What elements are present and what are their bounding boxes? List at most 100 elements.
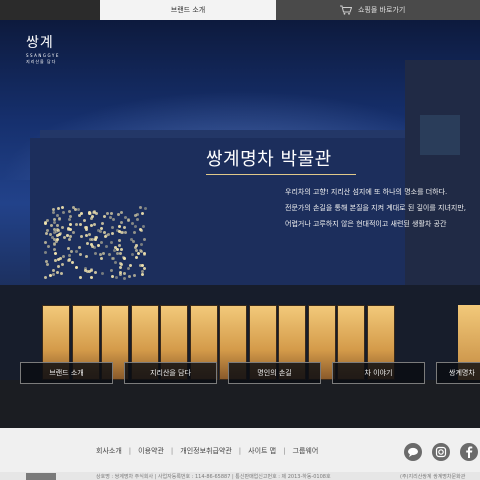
pattern-dot [118, 243, 122, 247]
pattern-dot [142, 225, 146, 229]
pattern-dot [53, 248, 57, 252]
pattern-dot [119, 210, 123, 214]
menu-master-touch[interactable]: 명인의 손길 [228, 362, 321, 384]
pattern-dot [127, 266, 131, 270]
pattern-dot [100, 256, 104, 260]
pattern-dot [112, 248, 116, 252]
footer-link-sitemap[interactable]: 사이트 맵 [248, 446, 276, 456]
divider: | [170, 447, 174, 455]
pattern-dot [75, 265, 79, 269]
footer-link-terms[interactable]: 이용약관 [138, 446, 164, 456]
brand-logo[interactable]: 쌍계 SSANGGYE 지리산을 담다 [26, 32, 86, 66]
pattern-dot [116, 248, 120, 252]
footer-logo [26, 473, 56, 480]
pattern-dot [116, 213, 120, 217]
pattern-dot [138, 206, 142, 210]
pattern-dot [101, 271, 104, 275]
footer-link-privacy[interactable]: 개인정보취급약관 [180, 446, 232, 456]
pattern-dot [61, 263, 64, 267]
pattern-dot [141, 211, 145, 215]
footer-link-company[interactable]: 회사소개 [96, 446, 122, 456]
pattern-dot [61, 211, 65, 215]
pattern-dot [59, 272, 63, 276]
pattern-dot [60, 206, 64, 210]
tab-brand-intro[interactable]: 브랜드 소개 [100, 0, 276, 20]
footer-company-name: (주)지리산쌍계 쌍계명차문화관 [400, 474, 466, 480]
pattern-dot [138, 227, 142, 231]
pattern-dot [56, 270, 60, 274]
footer-link-groupware[interactable]: 그룹웨어 [293, 446, 319, 456]
footer-links: 회사소개 | 이용약관 | 개인정보취급약관 | 사이트 맵 | 그룹웨어 [96, 446, 318, 456]
pattern-dot [91, 244, 95, 248]
pattern-dot [123, 230, 127, 234]
pattern-dot [111, 218, 115, 222]
facebook-icon[interactable] [460, 443, 478, 461]
pattern-dot [95, 211, 99, 215]
pattern-dot [132, 239, 136, 243]
pattern-dot [49, 232, 53, 236]
pattern-dot [53, 241, 57, 245]
pattern-dot [46, 244, 50, 248]
pattern-dot [140, 263, 144, 267]
pattern-dot [115, 252, 119, 256]
divider: | [283, 447, 286, 455]
pattern-dot [68, 223, 72, 227]
pattern-dot [79, 235, 83, 239]
pattern-dot [118, 238, 122, 242]
pattern-dot [79, 253, 83, 257]
pattern-dot [106, 212, 110, 216]
pattern-dot [68, 237, 72, 241]
pattern-dot [77, 213, 81, 217]
pattern-dot [74, 250, 78, 254]
pattern-dot [67, 254, 71, 258]
pattern-dot [139, 243, 143, 247]
divider: | [128, 447, 132, 455]
pattern-dot [100, 241, 104, 245]
chat-icon[interactable] [404, 443, 422, 461]
pattern-dot [90, 217, 94, 221]
pattern-dot [128, 274, 132, 278]
hero-desc-line: 우리차의 고향! 지리산 섬지에 또 하나의 명소를 더하다. [285, 188, 448, 196]
divider: | [238, 447, 242, 455]
pattern-dot [68, 217, 72, 221]
pattern-dot [111, 231, 115, 235]
pattern-dot [100, 221, 104, 225]
hero-desc-line: 어렵거나 고루하지 않은 현대적이고 새련된 생활차 공간 [285, 220, 447, 228]
pattern-dot [94, 235, 98, 239]
pattern-dot [93, 222, 97, 226]
menu-brand-intro[interactable]: 브랜드 소개 [20, 362, 113, 384]
pattern-dot [77, 207, 81, 211]
footer-company-info: 상호명 : 쌍계명차 주식회사 | 사업자등록번호 : 114-86-65887… [96, 474, 331, 480]
pattern-dot [114, 261, 118, 265]
pattern-dot [44, 241, 47, 245]
pattern-dot [130, 253, 134, 257]
pattern-dot [53, 251, 57, 255]
footer: 회사소개 | 이용약관 | 개인정보취급약관 | 사이트 맵 | 그룹웨어 상호명 : 쌍계명차… [0, 428, 480, 480]
pattern-dot [83, 268, 87, 272]
pattern-dot [60, 225, 64, 229]
menu-ssanggye[interactable]: 쌍계명차 [436, 362, 480, 384]
pattern-dot [78, 222, 82, 226]
main-menu: 브랜드 소개 지리산을 담다 명인의 손길 차 이야기 쌍계명차 [20, 362, 480, 384]
pattern-dot [119, 266, 123, 270]
pattern-dot [57, 264, 61, 268]
instagram-icon[interactable] [432, 443, 450, 461]
menu-jirisan[interactable]: 지리산을 담다 [124, 362, 217, 384]
pattern-dot [102, 215, 106, 219]
pattern-dot [44, 231, 48, 235]
pattern-dot [68, 258, 71, 262]
pattern-dot [119, 247, 123, 251]
pattern-dot [71, 261, 75, 265]
pattern-dot [51, 269, 55, 273]
logo-sub: SSANGGYE [26, 53, 60, 58]
pattern-dot [134, 245, 138, 249]
tab-shop-link[interactable]: 쇼핑몰 바로가기 [276, 0, 480, 20]
pattern-dot [123, 215, 127, 219]
pattern-dot [122, 271, 126, 275]
pattern-dot [82, 219, 86, 223]
menu-tea-story[interactable]: 차 이야기 [332, 362, 425, 384]
pattern-dot [51, 272, 55, 276]
pattern-dot [90, 237, 94, 241]
pattern-dot [83, 225, 87, 229]
pattern-dot [56, 258, 60, 262]
